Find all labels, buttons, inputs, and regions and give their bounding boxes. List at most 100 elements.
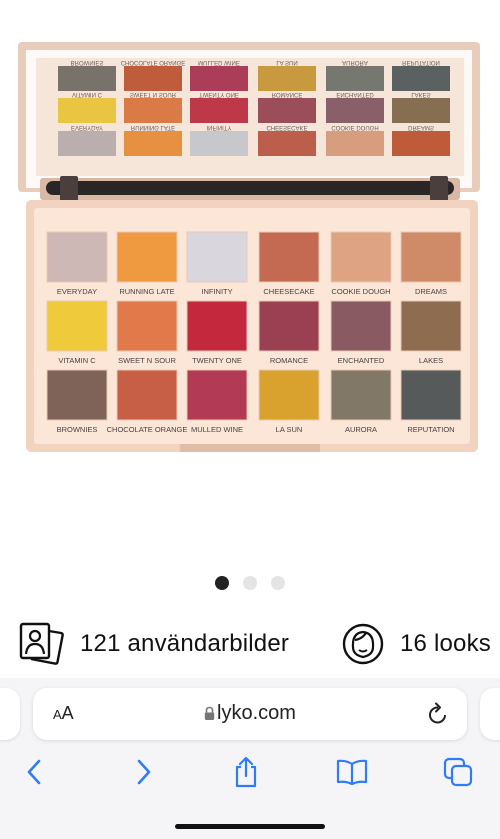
- mirror-reflection-pan: [124, 131, 182, 156]
- mirror-reflection-label: DREAMS: [408, 124, 434, 130]
- shade-label: CHEESECAKE: [263, 287, 314, 296]
- eyeshadow-pan-mulled-wine: [186, 369, 248, 421]
- eyeshadow-pan-reputation: [400, 369, 462, 421]
- eyeshadow-pan-lakes: [400, 300, 462, 352]
- mirror-reflection-pan: [190, 131, 248, 156]
- eyeshadow-pan-running-late: [116, 231, 178, 283]
- mirror-reflection-label: CHEESECAKE: [266, 124, 307, 130]
- previous-tab-peek[interactable]: [0, 688, 20, 740]
- mirror-reflection-label: ROMANCE: [272, 91, 303, 97]
- eyeshadow-pan-infinity: [186, 231, 248, 283]
- mirror-reflection-pan: [326, 66, 384, 91]
- eyeshadow-palette-illustration: BROWNIES CHOCOLATE ORANGE MULLED WINE LA SU…: [18, 42, 480, 452]
- eyeshadow-pan-cookie-dough: [330, 231, 392, 283]
- carousel-dot-2[interactable]: [243, 576, 257, 590]
- eyeshadow-pan-sweet-n-sour: [116, 300, 178, 352]
- mirror-reflection-label: ENCHANTED: [336, 91, 374, 97]
- mirror-reflection-label: SWEET N SOUR: [130, 91, 177, 97]
- user-content-row: 121 användarbilder 16 looks: [0, 618, 500, 670]
- mirror-reflection-label: VITAMIN C: [72, 91, 103, 97]
- shade-label: TWENTY ONE: [192, 356, 242, 365]
- url-display[interactable]: lyko.com: [33, 702, 467, 727]
- mirror-reflection-label: AURORA: [342, 59, 368, 65]
- mirror-reflection-pan: [258, 131, 316, 156]
- palette-latch: [180, 444, 320, 452]
- hinge-bar: [46, 181, 454, 195]
- shade-label: BROWNIES: [57, 425, 98, 434]
- eyeshadow-pan-dreams: [400, 231, 462, 283]
- looks-link[interactable]: 16 looks: [342, 618, 491, 670]
- mirror-reflection-pan: [58, 98, 116, 123]
- mirror-reflection-pan: [124, 98, 182, 123]
- shade-label: AURORA: [345, 425, 377, 434]
- shade-label: VITAMIN C: [58, 356, 96, 365]
- product-image[interactable]: BROWNIES CHOCOLATE ORANGE MULLED WINE LA SU…: [0, 0, 500, 560]
- user-images-count: 121 användarbilder: [80, 630, 290, 657]
- looks-count: 16 looks: [400, 630, 491, 657]
- eyeshadow-pan-romance: [258, 300, 320, 352]
- mirror-reflection-pan: [258, 66, 316, 91]
- eyeshadow-pan-enchanted: [330, 300, 392, 352]
- mirror-reflection-label: MULLED WINE: [198, 59, 240, 65]
- mirror-reflection-pan: [124, 66, 182, 91]
- shade-label: DREAMS: [415, 287, 447, 296]
- eyeshadow-pan-vitamin-c: [46, 300, 108, 352]
- mirror-reflection-label: LAKES: [411, 91, 430, 97]
- shade-label: LA SUN: [276, 425, 303, 434]
- shade-label: SWEET N SOUR: [118, 356, 176, 365]
- mirror-reflection-label: RUNNING LATE: [131, 124, 175, 130]
- shade-label: COOKIE DOUGH: [331, 287, 390, 296]
- mirror-reflection-label: BROWNIES: [71, 59, 104, 65]
- mirror-reflection-pan: [392, 66, 450, 91]
- mirror-reflection-pan: [58, 131, 116, 156]
- shade-label: ROMANCE: [270, 356, 308, 365]
- shade-label: RUNNING LATE: [119, 287, 174, 296]
- lock-icon: [204, 704, 215, 727]
- mirror-reflection-pan: [326, 131, 384, 156]
- mirror-reflection-label: LA SUN: [276, 59, 297, 65]
- mirror-reflection-pan: [326, 98, 384, 123]
- shade-label: ENCHANTED: [338, 356, 385, 365]
- user-photos-icon: [18, 621, 66, 667]
- mirror-reflection-label: CHOCOLATE ORANGE: [121, 59, 186, 65]
- mirror-reflection-pan: [392, 98, 450, 123]
- face-outline-icon: [342, 621, 384, 667]
- bookmarks-icon[interactable]: [336, 756, 368, 788]
- mirror-reflection-label: REPUTATION: [402, 59, 440, 65]
- mirror-reflection-label: EVERYDAY: [71, 124, 103, 130]
- shade-label: EVERYDAY: [57, 287, 97, 296]
- url-text: lyko.com: [217, 702, 296, 724]
- carousel-dot-1[interactable]: [215, 576, 229, 590]
- mirror-reflection-label: COOKIE DOUGH: [331, 124, 378, 130]
- back-icon[interactable]: [19, 756, 51, 788]
- forward-icon[interactable]: [127, 756, 159, 788]
- home-indicator: [175, 824, 325, 829]
- eyeshadow-pan-brownies: [46, 369, 108, 421]
- eyeshadow-pan-cheesecake: [258, 231, 320, 283]
- shade-label: LAKES: [419, 356, 443, 365]
- reload-icon[interactable]: [427, 702, 449, 731]
- eyeshadow-pan-everyday: [46, 231, 108, 283]
- image-carousel-pager: [0, 576, 500, 590]
- mirror-reflection-pan: [258, 98, 316, 123]
- address-bar[interactable]: AA lyko.com: [33, 688, 467, 740]
- next-tab-peek[interactable]: [480, 688, 500, 740]
- share-icon[interactable]: [230, 756, 262, 788]
- eyeshadow-pan-twenty-one: [186, 300, 248, 352]
- browser-toolbar: [0, 752, 500, 792]
- shade-label: CHOCOLATE ORANGE: [107, 425, 188, 434]
- mirror-reflection-label: TWENTY ONE: [199, 91, 239, 97]
- eyeshadow-pan-aurora: [330, 369, 392, 421]
- mirror-reflection-pan: [58, 66, 116, 91]
- carousel-dot-3[interactable]: [271, 576, 285, 590]
- mirror-reflection-label: INFINITY: [207, 124, 232, 130]
- eyeshadow-pan-chocolate-orange: [116, 369, 178, 421]
- shade-label: INFINITY: [201, 287, 232, 296]
- shade-label: REPUTATION: [407, 425, 454, 434]
- user-images-link[interactable]: 121 användarbilder: [18, 618, 289, 670]
- mirror-reflection-pan: [392, 131, 450, 156]
- tabs-icon[interactable]: [442, 756, 474, 788]
- eyeshadow-pan-la-sun: [258, 369, 320, 421]
- mirror-reflection-pan: [190, 66, 248, 91]
- mirror-reflection-pan: [190, 98, 248, 123]
